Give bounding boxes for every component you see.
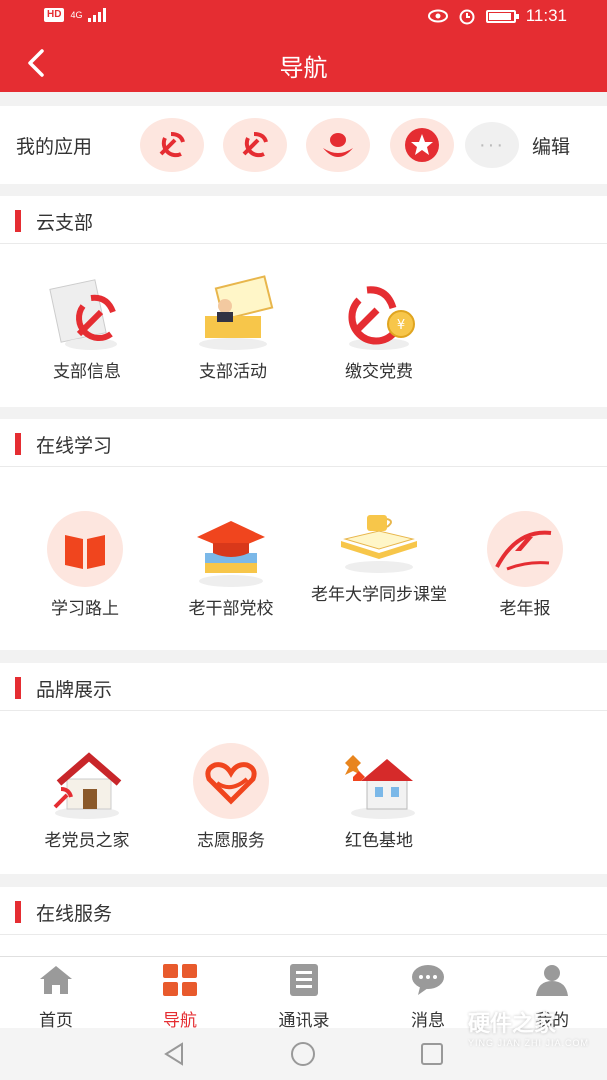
hd-badge: HD [44, 8, 65, 22]
svg-text:¥: ¥ [397, 318, 405, 333]
section-online-service: 在线服务 [0, 887, 607, 957]
system-back-icon[interactable] [160, 1040, 188, 1068]
grid-icon [163, 964, 197, 996]
tab-navigation[interactable]: 导航 [130, 963, 230, 1031]
section-accent [15, 210, 21, 232]
house-icon [53, 752, 122, 819]
section-title: 云支部 [36, 213, 94, 234]
nav-item-volunteer-service[interactable]: 志愿服务 [158, 743, 304, 853]
system-recents-icon[interactable] [418, 1040, 446, 1068]
tab-home[interactable]: 首页 [6, 963, 106, 1031]
party-emblem-icon [242, 132, 268, 158]
my-apps-bar: 我的应用 ··· 编辑 [0, 106, 607, 184]
watermark-subtitle: YING JIAN ZHI JIA.COM [467, 1038, 589, 1048]
my-app-shortcut[interactable] [140, 118, 204, 172]
section-yunzhibu: 云支部 支部信息 支部活动 ¥ 缴交党费 [0, 196, 607, 407]
party-fee-icon: ¥ [348, 286, 415, 350]
signal-label: 4G [70, 10, 83, 20]
nav-item-label: 支部活动 [199, 362, 267, 381]
message-icon [412, 965, 444, 995]
section-title: 在线学习 [36, 436, 113, 457]
nav-item-party-fee[interactable]: ¥ 缴交党费 [306, 274, 452, 384]
nav-item-label: 老干部党校 [188, 599, 274, 618]
book-icon [47, 511, 123, 587]
nav-item-senior-university[interactable]: 老年大学同步课堂 [306, 497, 452, 607]
battery-icon [485, 9, 519, 23]
page-title: 导航 [279, 55, 328, 82]
star-icon [405, 128, 439, 162]
user-icon [536, 965, 568, 996]
nav-item-branch-activity[interactable]: 支部活动 [160, 274, 306, 384]
branch-activity-icon [199, 275, 274, 350]
my-app-shortcut[interactable] [223, 118, 287, 172]
nav-item-red-base[interactable]: 红色基地 [306, 743, 452, 853]
newspaper-logo-icon [487, 511, 563, 587]
coffee-book-icon [341, 515, 417, 573]
section-header: 云支部 [0, 196, 607, 244]
clock: 11:31 [525, 6, 567, 25]
nav-item-label: 学习路上 [51, 599, 119, 618]
watermark-title: 硬件之家 [467, 1011, 556, 1036]
red-base-icon [345, 755, 415, 819]
contacts-icon [290, 964, 318, 996]
tab-contacts[interactable]: 通讯录 [254, 963, 354, 1031]
heart-hand-icon [193, 743, 269, 819]
system-home-icon[interactable] [289, 1040, 317, 1068]
signal-icon [88, 8, 107, 22]
section-accent [15, 677, 21, 699]
watermark: 硬件之家 YING JIAN ZHI JIA.COM [468, 1006, 589, 1048]
nav-item-label: 志愿服务 [197, 831, 265, 850]
section-header: 品牌展示 [0, 663, 607, 711]
home-icon [40, 966, 72, 994]
nav-item-senior-newspaper[interactable]: 老年报 [452, 511, 598, 621]
nav-item-branch-info[interactable]: 支部信息 [14, 274, 160, 384]
section-title: 品牌展示 [36, 680, 113, 701]
tab-messages[interactable]: 消息 [378, 963, 478, 1031]
status-bar: HD 4G 11:31 [0, 0, 607, 34]
party-emblem-icon [159, 132, 185, 158]
section-accent [15, 901, 21, 923]
title-bar: 导航 [0, 34, 607, 92]
my-app-shortcut[interactable] [306, 118, 370, 172]
section-header: 在线服务 [0, 887, 607, 935]
nav-item-label: 老年大学同步课堂 [311, 585, 447, 604]
my-apps-label: 我的应用 [16, 137, 93, 158]
more-apps-button[interactable]: ··· [465, 122, 519, 168]
nav-item-cadre-school[interactable]: 老干部党校 [158, 511, 304, 621]
branch-info-icon [49, 279, 117, 350]
people-icon [323, 133, 353, 157]
nav-item-label: 老党员之家 [44, 831, 130, 850]
nav-item-label: 缴交党费 [345, 362, 413, 381]
battery-fill [488, 12, 511, 20]
section-title: 在线服务 [36, 904, 113, 925]
graduation-cap-icon [197, 521, 265, 587]
edit-apps-button[interactable]: 编辑 [532, 132, 570, 159]
section-online-study: 在线学习 学习路上 老干部党校 老年大学同步课堂 老年报 [0, 419, 607, 650]
section-brand: 品牌展示 老党员之家 志愿服务 红色基地 [0, 663, 607, 874]
nav-item-study-road[interactable]: 学习路上 [12, 511, 158, 621]
nav-item-label: 老年报 [499, 599, 551, 618]
nav-item-label: 支部信息 [53, 362, 121, 381]
section-accent [15, 433, 21, 455]
my-app-shortcut[interactable] [390, 118, 454, 172]
nav-item-veteran-home[interactable]: 老党员之家 [14, 743, 160, 853]
nav-item-label: 红色基地 [345, 831, 413, 850]
section-header: 在线学习 [0, 419, 607, 467]
eye-icon [427, 9, 448, 23]
alarm-icon [459, 9, 475, 25]
